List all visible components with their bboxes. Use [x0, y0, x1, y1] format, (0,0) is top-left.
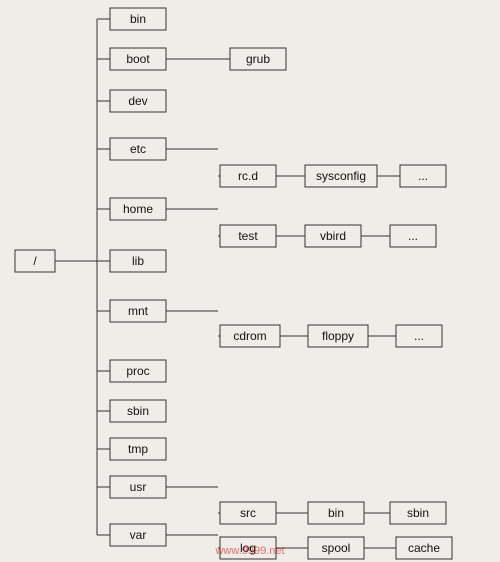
svg-text:spool: spool	[322, 541, 351, 555]
svg-text:home: home	[123, 202, 153, 216]
svg-text:mnt: mnt	[128, 304, 149, 318]
svg-text:cdrom: cdrom	[233, 329, 266, 343]
svg-text:bin: bin	[130, 12, 146, 26]
svg-text:floppy: floppy	[322, 329, 354, 343]
svg-text:...: ...	[414, 329, 424, 343]
svg-text:boot: boot	[126, 52, 150, 66]
svg-text:sbin: sbin	[127, 404, 149, 418]
svg-text:proc: proc	[126, 364, 149, 378]
svg-text:grub: grub	[246, 52, 270, 66]
svg-text:bin: bin	[328, 506, 344, 520]
svg-text:usr: usr	[130, 480, 147, 494]
svg-text:cache: cache	[408, 541, 440, 555]
svg-text:...: ...	[408, 229, 418, 243]
tree-container: /binbootgrubdevetcrc.dsysconfig...homete…	[0, 0, 500, 562]
svg-text:www.9999.net: www.9999.net	[214, 545, 284, 557]
svg-text:src: src	[240, 506, 256, 520]
svg-text:vbird: vbird	[320, 229, 346, 243]
tree-svg: /binbootgrubdevetcrc.dsysconfig...homete…	[0, 0, 500, 562]
svg-text:tmp: tmp	[128, 442, 148, 456]
svg-text:rc.d: rc.d	[238, 169, 258, 183]
svg-text:dev: dev	[128, 94, 147, 108]
svg-text:lib: lib	[132, 254, 144, 268]
svg-text:var: var	[130, 528, 147, 542]
svg-text:...: ...	[418, 169, 428, 183]
svg-text:sysconfig: sysconfig	[316, 169, 366, 183]
svg-text:test: test	[238, 229, 258, 243]
svg-text:etc: etc	[130, 142, 146, 156]
svg-text:sbin: sbin	[407, 506, 429, 520]
